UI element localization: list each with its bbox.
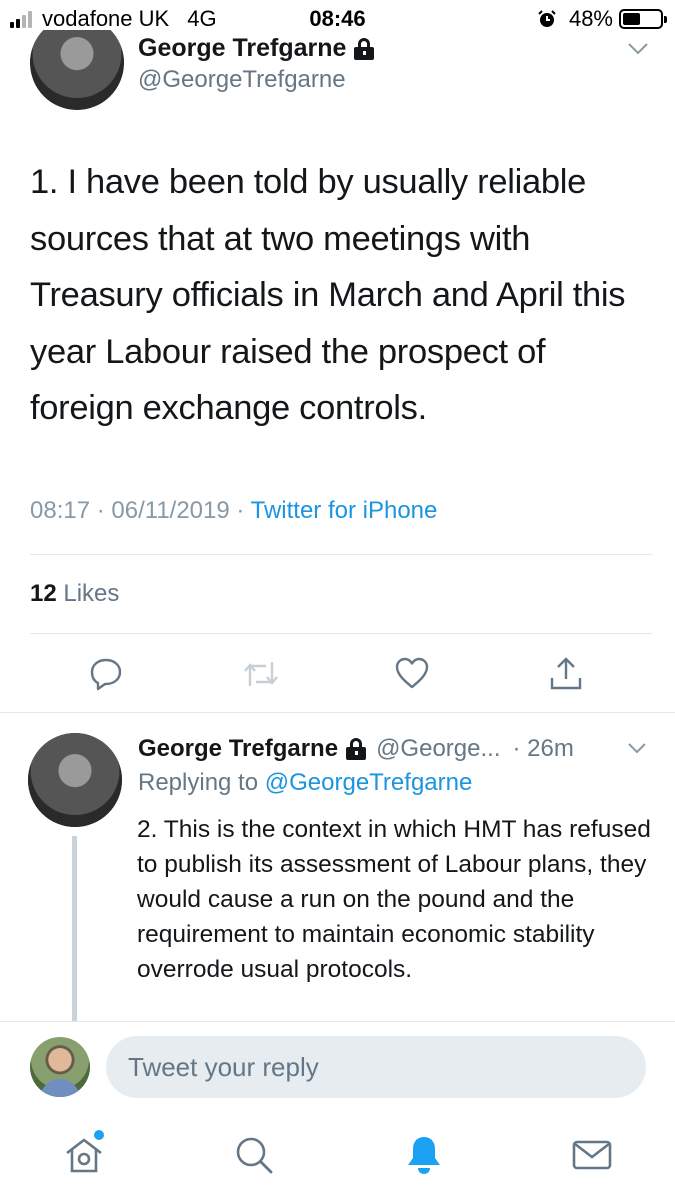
notifications-icon[interactable] — [402, 1133, 446, 1177]
reply-header: George Trefgarne @George... · 26m — [138, 735, 574, 763]
lock-icon — [354, 37, 375, 60]
tweet-timestamp: 08:17 · 06/11/2019 · — [30, 497, 251, 524]
tweet-meta: 08:17 · 06/11/2019 · Twitter for iPhone — [30, 497, 437, 525]
author-name[interactable]: George Trefgarne — [138, 34, 375, 63]
chevron-down-icon[interactable] — [627, 42, 649, 56]
battery-fill — [623, 13, 641, 25]
reply-text: 2. This is the context in which HMT has … — [137, 816, 651, 983]
reply-author-name[interactable]: George Trefgarne — [138, 735, 338, 763]
author-handle[interactable]: @GeorgeTrefgarne — [138, 66, 346, 94]
tweet-source-link[interactable]: Twitter for iPhone — [251, 497, 438, 524]
reply-time: · 26m — [512, 735, 574, 762]
status-right: 48% — [537, 6, 667, 32]
battery-percent: 48% — [568, 6, 613, 31]
likes-label: Likes — [56, 580, 120, 607]
like-icon[interactable] — [394, 656, 430, 690]
thread-line — [72, 836, 77, 1022]
reply-author-handle[interactable]: @George... — [376, 735, 500, 763]
divider — [30, 554, 652, 555]
lock-icon — [346, 738, 367, 760]
my-avatar[interactable] — [30, 1037, 90, 1097]
new-content-dot — [94, 1130, 104, 1140]
author-avatar-image — [30, 30, 124, 110]
chevron-down-icon[interactable] — [627, 742, 647, 754]
messages-icon[interactable] — [570, 1133, 614, 1177]
search-icon[interactable] — [232, 1133, 276, 1177]
divider — [0, 712, 675, 713]
retweet-icon[interactable] — [242, 656, 280, 692]
replying-prefix: Replying to — [138, 769, 265, 796]
likes-count[interactable]: 12 Likes — [30, 580, 119, 608]
divider — [30, 633, 652, 634]
divider — [0, 1021, 675, 1022]
reply-author-avatar[interactable] — [28, 733, 122, 827]
replying-to-link[interactable]: @GeorgeTrefgarne — [265, 769, 473, 796]
tweet-text: 1. I have been told by usually reliable … — [30, 163, 626, 427]
reply-icon[interactable] — [88, 656, 124, 692]
author-avatar[interactable] — [30, 30, 124, 110]
replying-to: Replying to @GeorgeTrefgarne — [138, 769, 472, 797]
reply-composer[interactable] — [106, 1036, 646, 1098]
author-name-text: George Trefgarne — [138, 34, 347, 62]
reply-input[interactable] — [106, 1036, 646, 1098]
battery-icon — [619, 9, 667, 29]
battery-nub — [664, 16, 667, 23]
likes-number: 12 — [30, 580, 57, 607]
alarm-clock-icon — [538, 10, 556, 27]
share-icon[interactable] — [548, 656, 584, 692]
